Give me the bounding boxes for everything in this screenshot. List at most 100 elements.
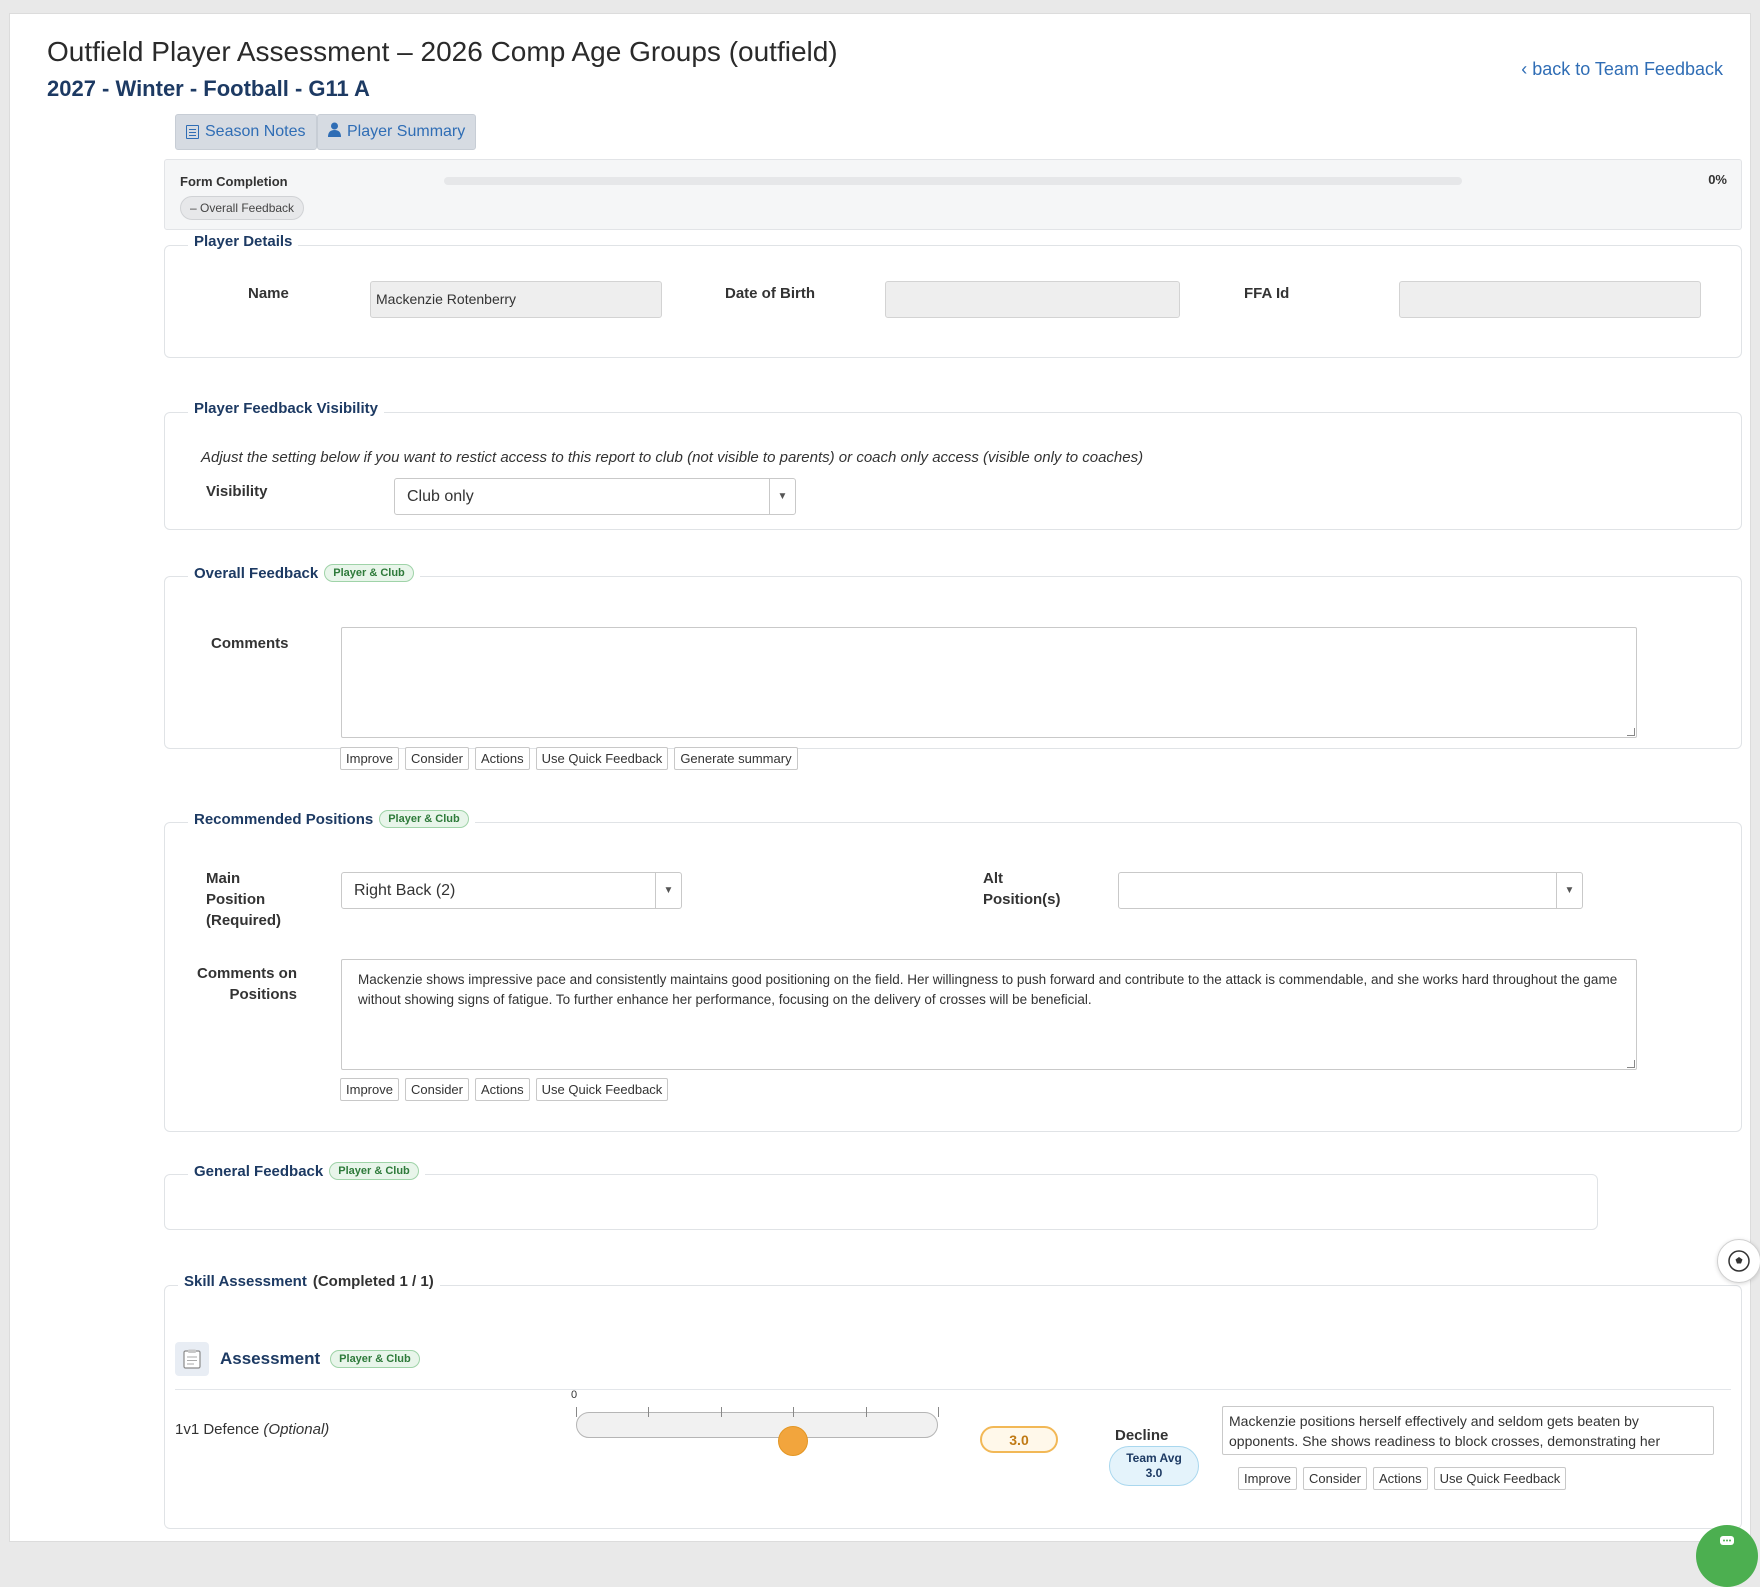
team-average-badge: Team Avg 3.0 (1109, 1446, 1199, 1486)
visibility-panel: Player Feedback Visibility Adjust the se… (164, 400, 1742, 530)
name-field[interactable]: Mackenzie Rotenberry (370, 281, 662, 318)
slider-handle[interactable] (778, 1426, 809, 1456)
comments-on-positions-textarea[interactable]: Mackenzie shows impressive pace and cons… (341, 959, 1637, 1070)
consider-button[interactable]: Consider (1302, 1467, 1367, 1490)
overall-feedback-legend: Overall Feedback Player & Club (188, 564, 420, 582)
visibility-badge: Player & Club (329, 1162, 419, 1180)
team-average-label: Team Avg (1126, 1451, 1182, 1465)
general-feedback-panel: General Feedback Player & Club (164, 1162, 1598, 1230)
page: Outfield Player Assessment – 2026 Comp A… (9, 13, 1760, 1587)
generate-summary-button[interactable]: Generate summary (674, 747, 798, 770)
slider-tick (793, 1407, 794, 1417)
skill-score-badge: 3.0 (980, 1426, 1058, 1453)
consider-button[interactable]: Consider (404, 747, 469, 770)
form-completion-panel: Form Completion 0% – Overall Feedback (164, 159, 1742, 230)
visibility-badge: Player & Club (330, 1350, 420, 1368)
improve-button[interactable]: Improve (340, 747, 399, 770)
recommended-positions-legend-text: Recommended Positions (194, 810, 374, 828)
form-completion-percent: 0% (1708, 172, 1727, 187)
clipboard-icon (175, 1342, 209, 1376)
back-to-team-feedback-link[interactable]: ‹ back to Team Feedback (1521, 59, 1723, 80)
slider-tick (938, 1407, 939, 1417)
overall-comments-textarea[interactable] (341, 627, 1637, 738)
main-position-select[interactable]: Right Back (2) ▼ (341, 872, 682, 909)
overall-feedback-legend-text: Overall Feedback (194, 564, 319, 582)
skill-assessment-legend-text: Skill Assessment (184, 1273, 307, 1290)
chevron-down-icon: ▼ (769, 479, 795, 514)
visibility-badge: Player & Club (324, 564, 414, 582)
skill-assessment-legend: Skill Assessment (Completed 1 / 1) (178, 1273, 440, 1290)
overall-comments-label: Comments (211, 635, 289, 652)
page-subtitle: 2027 - Winter - Football - G11 A (47, 76, 370, 101)
consider-button[interactable]: Consider (404, 1078, 469, 1101)
form-completion-progress (444, 177, 1462, 185)
person-icon (328, 122, 341, 142)
recommended-positions-legend: Recommended Positions Player & Club (188, 810, 475, 828)
skill-name: 1v1 Defence (Optional) (175, 1421, 329, 1438)
slider-tick (648, 1407, 649, 1417)
player-details-legend: Player Details (188, 233, 299, 250)
skill-optional-text: (Optional) (263, 1421, 330, 1438)
actions-button[interactable]: Actions (1373, 1467, 1428, 1490)
skill-assessment-progress-text: (Completed 1 / 1) (312, 1273, 434, 1290)
comments-on-positions-label: Comments on Positions (197, 965, 298, 1003)
name-label: Name (248, 285, 289, 302)
resize-handle-icon[interactable] (1627, 1060, 1635, 1068)
skill-comment-textarea[interactable]: Mackenzie positions herself effectively … (1222, 1406, 1714, 1455)
main-position-value: Right Back (2) (354, 881, 456, 899)
visibility-selected-value: Club only (407, 487, 474, 505)
visibility-label: Visibility (206, 483, 268, 500)
main-position-label: Main Position (Required) (206, 870, 281, 929)
slider-tick (721, 1407, 722, 1417)
season-notes-button[interactable]: Season Notes (175, 114, 317, 150)
date-of-birth-label: Date of Birth (725, 285, 815, 302)
player-summary-label: Player Summary (347, 123, 466, 140)
overall-feedback-actions: Improve Consider Actions Use Quick Feedb… (340, 747, 798, 770)
visibility-select[interactable]: Club only ▼ (394, 478, 796, 515)
assessment-title: Assessment (220, 1349, 321, 1368)
resize-handle-icon[interactable] (1627, 728, 1635, 736)
notes-icon (186, 125, 199, 139)
overall-feedback-panel: Overall Feedback Player & Club Comments (164, 564, 1742, 749)
improve-button[interactable]: Improve (1238, 1467, 1297, 1490)
team-average-value: 3.0 (1145, 1466, 1163, 1480)
visibility-badge: Player & Club (379, 810, 469, 828)
skill-name-text: 1v1 Defence (175, 1421, 260, 1438)
chevron-down-icon: ▼ (1556, 873, 1582, 908)
player-details-legend-text: Player Details (194, 233, 293, 250)
actions-button[interactable]: Actions (475, 1078, 530, 1101)
form-completion-label: Form Completion (180, 174, 288, 189)
divider (175, 1389, 1731, 1390)
actions-button[interactable]: Actions (475, 747, 530, 770)
improve-button[interactable]: Improve (340, 1078, 399, 1101)
skill-comment-actions: Improve Consider Actions Use Quick Feedb… (1238, 1467, 1567, 1490)
general-feedback-legend-text: General Feedback (194, 1162, 324, 1180)
chevron-down-icon: ▼ (655, 873, 681, 908)
positions-actions: Improve Consider Actions Use Quick Feedb… (340, 1078, 669, 1101)
use-quick-feedback-button[interactable]: Use Quick Feedback (535, 747, 669, 770)
ffa-id-label: FFA Id (1244, 285, 1290, 302)
visibility-info-text: Adjust the setting below if you want to … (201, 449, 1144, 466)
alt-positions-label: Alt Position(s) (983, 870, 1061, 908)
overall-feedback-toggle[interactable]: – Overall Feedback (180, 196, 305, 220)
page-title: Outfield Player Assessment – 2026 Comp A… (47, 36, 838, 67)
slider-tick (866, 1407, 867, 1417)
date-of-birth-field[interactable] (885, 281, 1180, 318)
general-feedback-legend: General Feedback Player & Club (188, 1162, 425, 1180)
use-quick-feedback-button[interactable]: Use Quick Feedback (1433, 1467, 1567, 1490)
decline-label[interactable]: Decline (1115, 1427, 1168, 1444)
alt-positions-select[interactable]: ▼ (1118, 872, 1583, 909)
slider-tick (576, 1407, 577, 1417)
chat-icon[interactable] (1696, 1525, 1758, 1587)
use-quick-feedback-button[interactable]: Use Quick Feedback (535, 1078, 669, 1101)
skill-rating-slider[interactable] (576, 1407, 939, 1438)
visibility-legend: Player Feedback Visibility (188, 400, 384, 417)
assessment-section-header: Assessment Player & Club (220, 1349, 420, 1369)
visibility-legend-text: Player Feedback Visibility (194, 400, 378, 417)
slider-min-label: 0 (571, 1389, 578, 1401)
soccer-ball-icon[interactable] (1717, 1239, 1760, 1283)
player-summary-button[interactable]: Player Summary (317, 114, 477, 150)
player-details-panel: Player Details Name Mackenzie Rotenberry… (164, 233, 1742, 358)
season-notes-label: Season Notes (205, 123, 306, 140)
ffa-id-field[interactable] (1399, 281, 1701, 318)
